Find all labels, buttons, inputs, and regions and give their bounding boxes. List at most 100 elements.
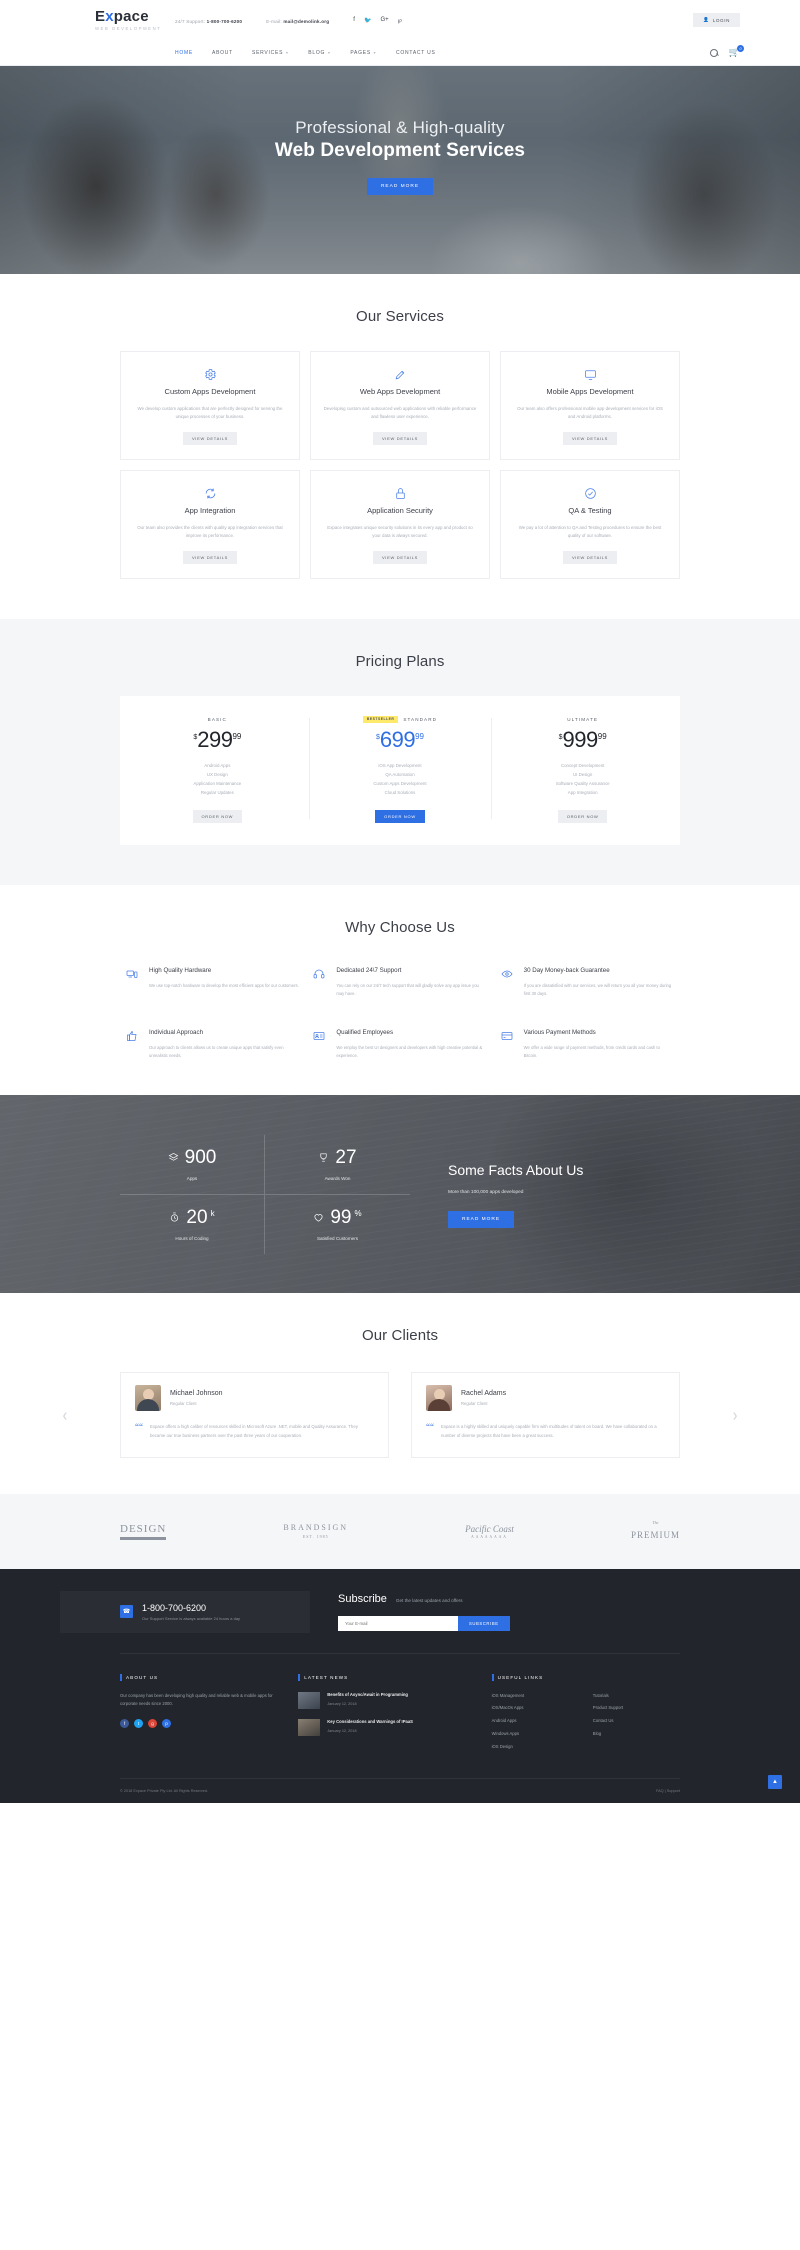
facts-read-more-button[interactable]: READ MORE (448, 1211, 515, 1229)
search-icon[interactable] (709, 48, 718, 57)
price-cents: 99 (597, 732, 607, 742)
twitter-icon[interactable]: t (134, 1719, 143, 1729)
order-now-button[interactable]: ORDER NOW (192, 810, 243, 824)
service-card[interactable]: Mobile Apps Development Our team also of… (500, 351, 680, 461)
brand-logo-brandsign[interactable]: BRANDSIGN EST. 1985 (283, 1523, 348, 1539)
eye-icon (501, 966, 515, 998)
footer-link[interactable]: Windows Apps (492, 1730, 579, 1739)
trophy-icon (318, 1148, 329, 1167)
google-plus-icon[interactable]: g (148, 1719, 157, 1729)
footer-policy-links[interactable]: FAQ | Support (656, 1789, 680, 1793)
plan-feature: Concept Development (560, 763, 605, 769)
order-now-button[interactable]: ORDER NOW (375, 810, 425, 824)
footer-link[interactable]: iOS Design (492, 1743, 579, 1752)
nav-item-services[interactable]: SERVICES ▼ (252, 50, 289, 56)
pricing-plan-standard: BESTSELLER STANDARD $ 699 99 iOS App Dev… (308, 714, 492, 824)
footer-phone-note: Our Support Service is always available … (142, 1615, 241, 1621)
price-amount: 999 (562, 727, 599, 753)
main-navigation: HOME ABOUT SERVICES ▼ BLOG ▼ PAGES ▼ CONTAC… (0, 40, 800, 66)
plan-price: $ 699 99 (315, 729, 486, 751)
hero-banner: Professional & High-quality Web Developm… (0, 66, 800, 274)
brand-logos: DESIGN BRANDSIGN EST. 1985 Pacific Coast A… (120, 1520, 680, 1543)
view-details-button[interactable]: VIEW DETAILS (182, 551, 238, 565)
cart-icon[interactable]: 🛒 0 (729, 45, 744, 57)
twitter-icon[interactable]: 🐦 (364, 17, 371, 24)
id-card-icon (313, 1028, 327, 1060)
why-title: Why Choose Us (345, 919, 455, 937)
testimonial-name: Rachel Adams (461, 1390, 507, 1398)
service-card[interactable]: Custom Apps Development We develop custo… (120, 351, 300, 461)
testimonial-role: Regular Client (461, 1401, 488, 1407)
facebook-icon[interactable]: f (353, 17, 355, 24)
feature-item: High Quality Hardware We use top-notch h… (126, 966, 299, 998)
footer-news-column: LATEST NEWS Benefits of Async/Await in P… (298, 1673, 471, 1752)
footer-socials: f t g p (120, 1719, 278, 1729)
brand-logo-design[interactable]: DESIGN (120, 1523, 167, 1540)
email-address[interactable]: mail@demolink.org (283, 19, 329, 24)
nav-item-blog[interactable]: BLOG ▼ (308, 50, 331, 56)
pricing-plan-ultimate: ULTIMATE $ 999 99 Concept Development UI… (491, 714, 674, 824)
login-button[interactable]: 👤 LOGIN (693, 13, 740, 27)
counter-label: Hours of Coding (175, 1235, 209, 1241)
brand-logo-pacific-coast[interactable]: Pacific Coast AAAAAAAA (465, 1524, 514, 1539)
footer-link[interactable]: iOS Management (492, 1692, 579, 1701)
footer-link[interactable]: Blog (593, 1730, 680, 1739)
plan-feature: UI Design (573, 772, 593, 778)
carousel-prev-icon[interactable]: ❮ (62, 1412, 68, 1420)
news-item[interactable]: Benefits of Async/Await in Programming J… (298, 1691, 471, 1709)
service-card[interactable]: Web Apps Development Developing custom a… (310, 351, 490, 461)
view-details-button[interactable]: VIEW DETAILS (562, 432, 618, 446)
support-phone[interactable]: 1-800-700-6200 (207, 19, 243, 24)
testimonial-text: Expace offers a high caliber of resource… (150, 1424, 358, 1439)
nav-item-pages[interactable]: PAGES ▼ (350, 50, 377, 56)
nav-item-contact-us[interactable]: CONTACT US (396, 50, 436, 56)
monitor-icon (513, 366, 667, 382)
hero-read-more-button[interactable]: READ MORE (366, 177, 434, 195)
subscribe-email-input[interactable] (338, 1615, 458, 1631)
facebook-icon[interactable]: f (120, 1719, 129, 1729)
footer-link[interactable]: Contact Us (593, 1717, 680, 1726)
feature-text: We use top-notch hardware to develop the… (149, 982, 299, 988)
pencil-icon (323, 366, 477, 382)
plan-name: STANDARD (403, 716, 438, 722)
chevron-down-icon: ▼ (327, 50, 332, 55)
services-grid: Custom Apps Development We develop custo… (120, 351, 680, 580)
google-plus-icon[interactable]: G+ (380, 17, 388, 24)
logo[interactable]: Expace WEB DEVELOPMENT (60, 9, 175, 31)
footer-link[interactable]: Tutorials (593, 1692, 680, 1701)
pinterest-icon[interactable]: ℘ (398, 17, 402, 24)
service-title: Application Security (367, 506, 433, 516)
view-details-button[interactable]: VIEW DETAILS (372, 551, 428, 565)
price-cents: 99 (232, 732, 242, 742)
footer-link[interactable]: Product Support (593, 1704, 680, 1713)
view-details-button[interactable]: VIEW DETAILS (182, 432, 238, 446)
subscribe-button[interactable]: SUBSCRIBE (458, 1615, 510, 1631)
subscribe-title: Subscribe (338, 1592, 387, 1605)
order-now-button[interactable]: ORDER NOW (557, 810, 608, 824)
service-card[interactable]: QA & Testing We pay a lot of attention t… (500, 470, 680, 580)
plan-name: ULTIMATE (567, 716, 599, 722)
footer-link[interactable]: Android Apps (492, 1717, 579, 1726)
counter-value: 900 (184, 1146, 217, 1168)
service-title: QA & Testing (568, 506, 612, 516)
footer-copyright-bar: © 2018 Expace Private Pty Ltd. All Right… (120, 1777, 680, 1803)
service-card[interactable]: Application Security Expace integrates u… (310, 470, 490, 580)
feature-text: If you are dissatisfied with our service… (523, 982, 672, 996)
nav-item-home[interactable]: HOME (175, 50, 193, 56)
service-card[interactable]: App Integration Our team also provides t… (120, 470, 300, 580)
footer: ☎ 1-800-700-6200 Our Support Service is … (0, 1568, 800, 1803)
nav-item-about[interactable]: ABOUT (212, 50, 233, 56)
plan-feature: Regular Updates (200, 790, 234, 796)
footer-link[interactable]: iOS/MacOs Apps (492, 1704, 579, 1713)
to-top-icon[interactable]: ▲ (768, 1774, 782, 1789)
services-title: Our Services (356, 308, 444, 325)
view-details-button[interactable]: VIEW DETAILS (562, 551, 618, 565)
credit-card-icon (501, 1028, 515, 1060)
view-details-button[interactable]: VIEW DETAILS (372, 432, 428, 446)
news-item[interactable]: Key Considerations and Warnings of IPaaS… (298, 1718, 471, 1736)
pinterest-icon[interactable]: p (162, 1719, 171, 1729)
carousel-next-icon[interactable]: ❯ (732, 1412, 738, 1420)
brand-logo-premium[interactable]: The PREMIUM (631, 1520, 680, 1543)
footer-phone[interactable]: 1-800-700-6200 (142, 1603, 240, 1613)
chevron-down-icon: ▼ (285, 50, 290, 55)
